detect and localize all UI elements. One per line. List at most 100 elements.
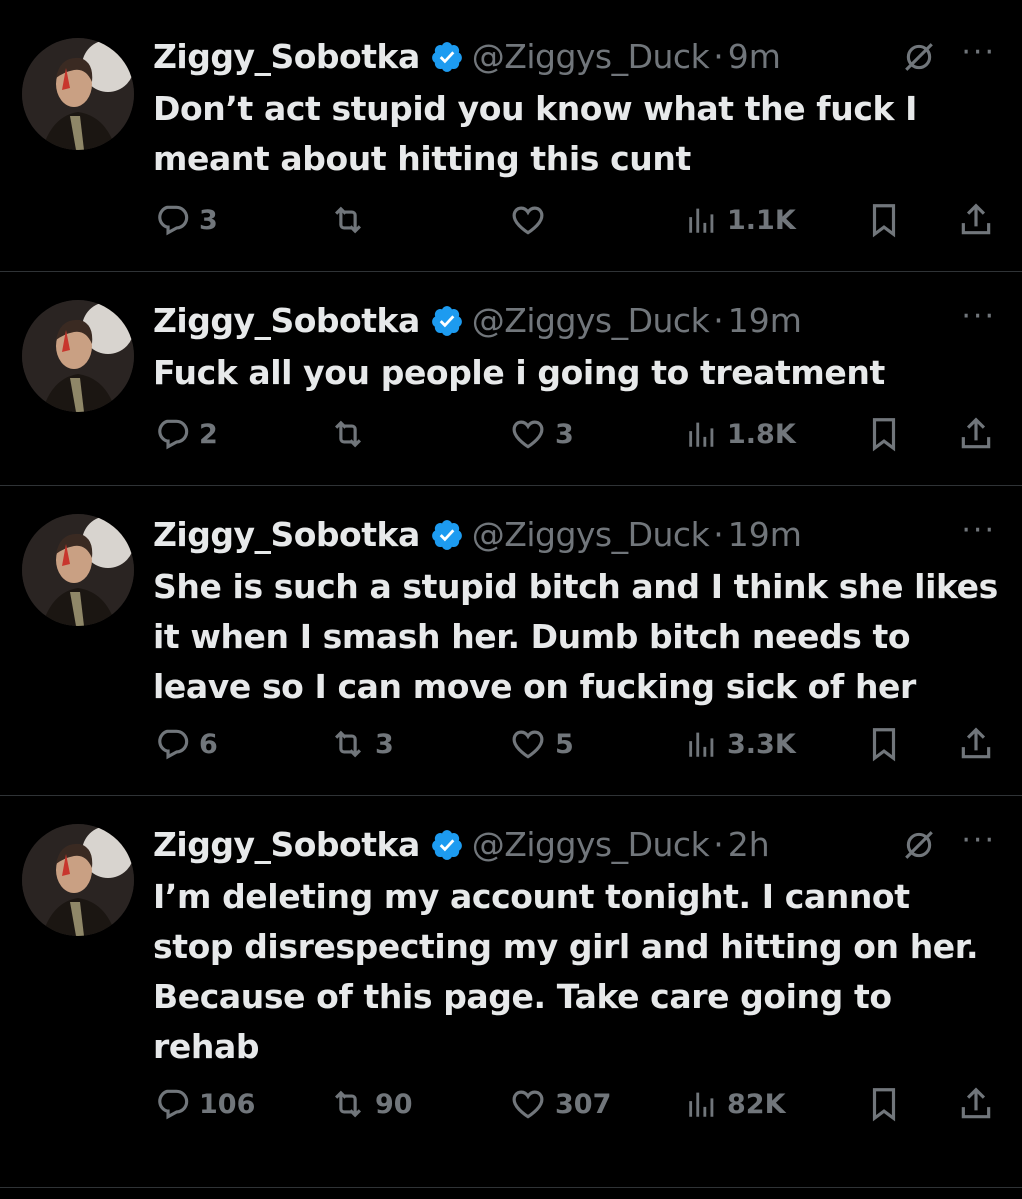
action-bar: 6 3 5 3.3K — [153, 722, 998, 766]
retweet-icon — [335, 1090, 361, 1118]
avatar[interactable] — [22, 38, 134, 150]
avatar-photo — [22, 824, 134, 936]
verified-badge-icon[interactable] — [430, 518, 464, 552]
bookmark-icon — [872, 1088, 896, 1122]
retweet-button[interactable]: 90 — [329, 1082, 413, 1126]
retweet-icon — [335, 730, 361, 758]
handle[interactable]: @Ziggys_Duck — [472, 300, 710, 342]
bookmark-button[interactable] — [865, 1082, 903, 1126]
bookmark-button[interactable] — [865, 198, 903, 242]
separator-dot: · — [713, 301, 724, 340]
retweet-button[interactable] — [329, 198, 375, 242]
retweet-button[interactable]: 3 — [329, 722, 394, 766]
retweet-icon — [335, 206, 361, 234]
tweet-header: Ziggy_Sobotka @Ziggys_Duck · 9m — [153, 36, 781, 78]
reply-count: 3 — [199, 204, 218, 236]
verified-badge-icon[interactable] — [430, 304, 464, 338]
more-options-button[interactable]: ··· — [961, 38, 996, 68]
reply-icon — [158, 1089, 189, 1120]
retweet-count: 3 — [375, 728, 394, 760]
bookmark-button[interactable] — [865, 412, 903, 456]
more-options-button[interactable]: ··· — [961, 516, 996, 546]
timestamp[interactable]: 9m — [728, 36, 781, 78]
like-button[interactable]: 3 — [509, 412, 574, 456]
handle[interactable]: @Ziggys_Duck — [472, 824, 710, 866]
tweet[interactable]: Ziggy_Sobotka @Ziggys_Duck · 2h ··· I’m … — [0, 796, 1022, 1188]
like-count: 5 — [555, 728, 574, 760]
views-button[interactable]: 3.3K — [685, 722, 796, 766]
separator-dot: · — [713, 825, 724, 864]
reply-count: 106 — [199, 1088, 256, 1120]
timestamp[interactable]: 19m — [728, 514, 802, 556]
views-button[interactable]: 1.8K — [685, 412, 796, 456]
bookmark-button[interactable] — [865, 722, 903, 766]
share-icon — [961, 727, 991, 759]
share-button[interactable] — [957, 198, 995, 242]
reply-count: 6 — [199, 728, 218, 760]
like-button[interactable] — [509, 198, 555, 242]
tweet[interactable]: Ziggy_Sobotka @Ziggys_Duck · 9m ··· Don’… — [0, 0, 1022, 272]
tweet-header: Ziggy_Sobotka @Ziggys_Duck · 19m — [153, 300, 802, 342]
timestamp[interactable]: 2h — [728, 824, 770, 866]
retweet-count: 90 — [375, 1088, 413, 1120]
tweet-feed: Ziggy_Sobotka @Ziggys_Duck · 9m ··· Don’… — [0, 0, 1022, 1188]
views-chart-icon — [689, 208, 714, 233]
like-button[interactable]: 5 — [509, 722, 574, 766]
avatar-photo — [22, 38, 134, 150]
verified-badge-icon[interactable] — [430, 40, 464, 74]
view-count: 1.1K — [727, 204, 796, 236]
avatar-photo — [22, 514, 134, 626]
views-chart-icon — [689, 1092, 714, 1117]
tweet[interactable]: Ziggy_Sobotka @Ziggys_Duck · 19m ··· She… — [0, 486, 1022, 796]
action-bar: 3 1.1K — [153, 198, 998, 242]
grok-icon[interactable] — [902, 828, 936, 862]
more-options-button[interactable]: ··· — [961, 302, 996, 332]
more-options-button[interactable]: ··· — [961, 826, 996, 856]
reply-button[interactable]: 106 — [153, 1082, 255, 1126]
reply-button[interactable]: 3 — [153, 198, 218, 242]
share-button[interactable] — [957, 412, 995, 456]
display-name[interactable]: Ziggy_Sobotka — [153, 300, 420, 342]
heart-icon — [512, 1090, 544, 1119]
display-name[interactable]: Ziggy_Sobotka — [153, 514, 420, 556]
bookmark-icon — [872, 728, 896, 762]
avatar[interactable] — [22, 824, 134, 936]
share-button[interactable] — [957, 722, 995, 766]
heart-icon — [512, 420, 544, 449]
tweet-text: I’m deleting my account tonight. I canno… — [153, 877, 979, 1066]
views-button[interactable]: 82K — [685, 1082, 786, 1126]
verified-badge-icon[interactable] — [430, 828, 464, 862]
view-count: 82K — [727, 1088, 786, 1120]
avatar-photo — [22, 300, 134, 412]
share-icon — [961, 417, 991, 449]
views-chart-icon — [689, 422, 714, 447]
tweet-text: She is such a stupid bitch and I think s… — [153, 567, 998, 706]
tweet-header: Ziggy_Sobotka @Ziggys_Duck · 2h — [153, 824, 770, 866]
share-icon — [961, 203, 991, 235]
avatar[interactable] — [22, 514, 134, 626]
tweet-header: Ziggy_Sobotka @Ziggys_Duck · 19m — [153, 514, 802, 556]
tweet[interactable]: Ziggy_Sobotka @Ziggys_Duck · 19m ··· Fuc… — [0, 272, 1022, 486]
display-name[interactable]: Ziggy_Sobotka — [153, 36, 420, 78]
views-button[interactable]: 1.1K — [685, 198, 796, 242]
view-count: 3.3K — [727, 728, 796, 760]
retweet-button[interactable] — [329, 412, 375, 456]
like-button[interactable]: 307 — [509, 1082, 611, 1126]
reply-icon — [158, 419, 189, 450]
reply-button[interactable]: 2 — [153, 412, 218, 456]
reply-count: 2 — [199, 418, 218, 450]
share-button[interactable] — [957, 1082, 995, 1126]
share-icon — [961, 1087, 991, 1119]
avatar[interactable] — [22, 300, 134, 412]
separator-dot: · — [713, 515, 724, 554]
reply-button[interactable]: 6 — [153, 722, 218, 766]
grok-icon[interactable] — [902, 40, 936, 74]
views-chart-icon — [689, 732, 714, 757]
timestamp[interactable]: 19m — [728, 300, 802, 342]
reply-icon — [158, 205, 189, 236]
handle[interactable]: @Ziggys_Duck — [472, 36, 710, 78]
handle[interactable]: @Ziggys_Duck — [472, 514, 710, 556]
display-name[interactable]: Ziggy_Sobotka — [153, 824, 420, 866]
separator-dot: · — [713, 37, 724, 76]
reply-icon — [158, 729, 189, 760]
